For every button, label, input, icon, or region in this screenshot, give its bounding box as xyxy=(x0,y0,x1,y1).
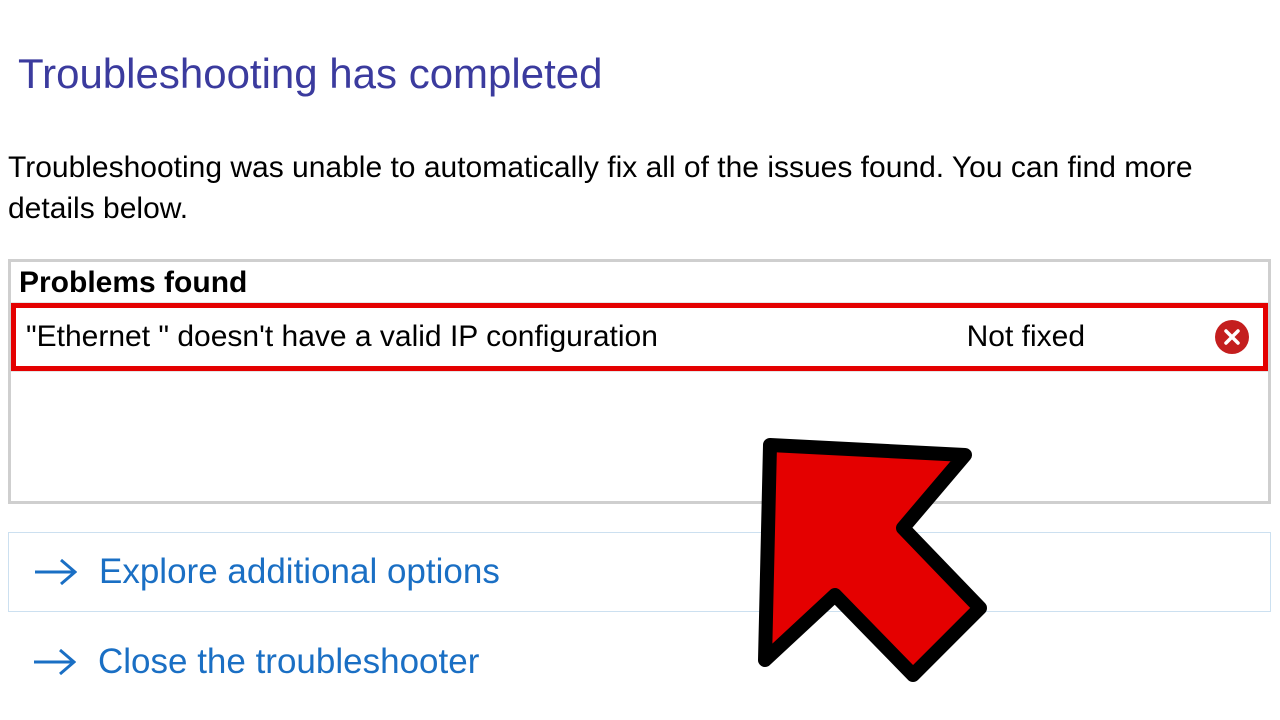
problem-row[interactable]: "Ethernet " doesn't have a valid IP conf… xyxy=(11,303,1268,371)
empty-row xyxy=(11,371,1268,501)
problems-table: Problems found "Ethernet " doesn't have … xyxy=(8,259,1271,504)
arrow-right-icon xyxy=(32,647,76,677)
error-icon xyxy=(1215,320,1249,354)
explore-label: Explore additional options xyxy=(99,552,500,592)
problem-status: Not fixed xyxy=(967,320,1085,354)
explore-additional-options-button[interactable]: Explore additional options xyxy=(8,532,1271,612)
description-text: Troubleshooting was unable to automatica… xyxy=(8,148,1262,229)
arrow-right-icon xyxy=(33,557,77,587)
page-title: Troubleshooting has completed xyxy=(18,50,1272,98)
close-label: Close the troubleshooter xyxy=(98,642,479,682)
problems-header: Problems found xyxy=(11,262,1268,303)
problem-description: "Ethernet " doesn't have a valid IP conf… xyxy=(26,320,967,354)
close-troubleshooter-button[interactable]: Close the troubleshooter xyxy=(8,642,1272,682)
problems-header-label: Problems found xyxy=(19,266,247,299)
